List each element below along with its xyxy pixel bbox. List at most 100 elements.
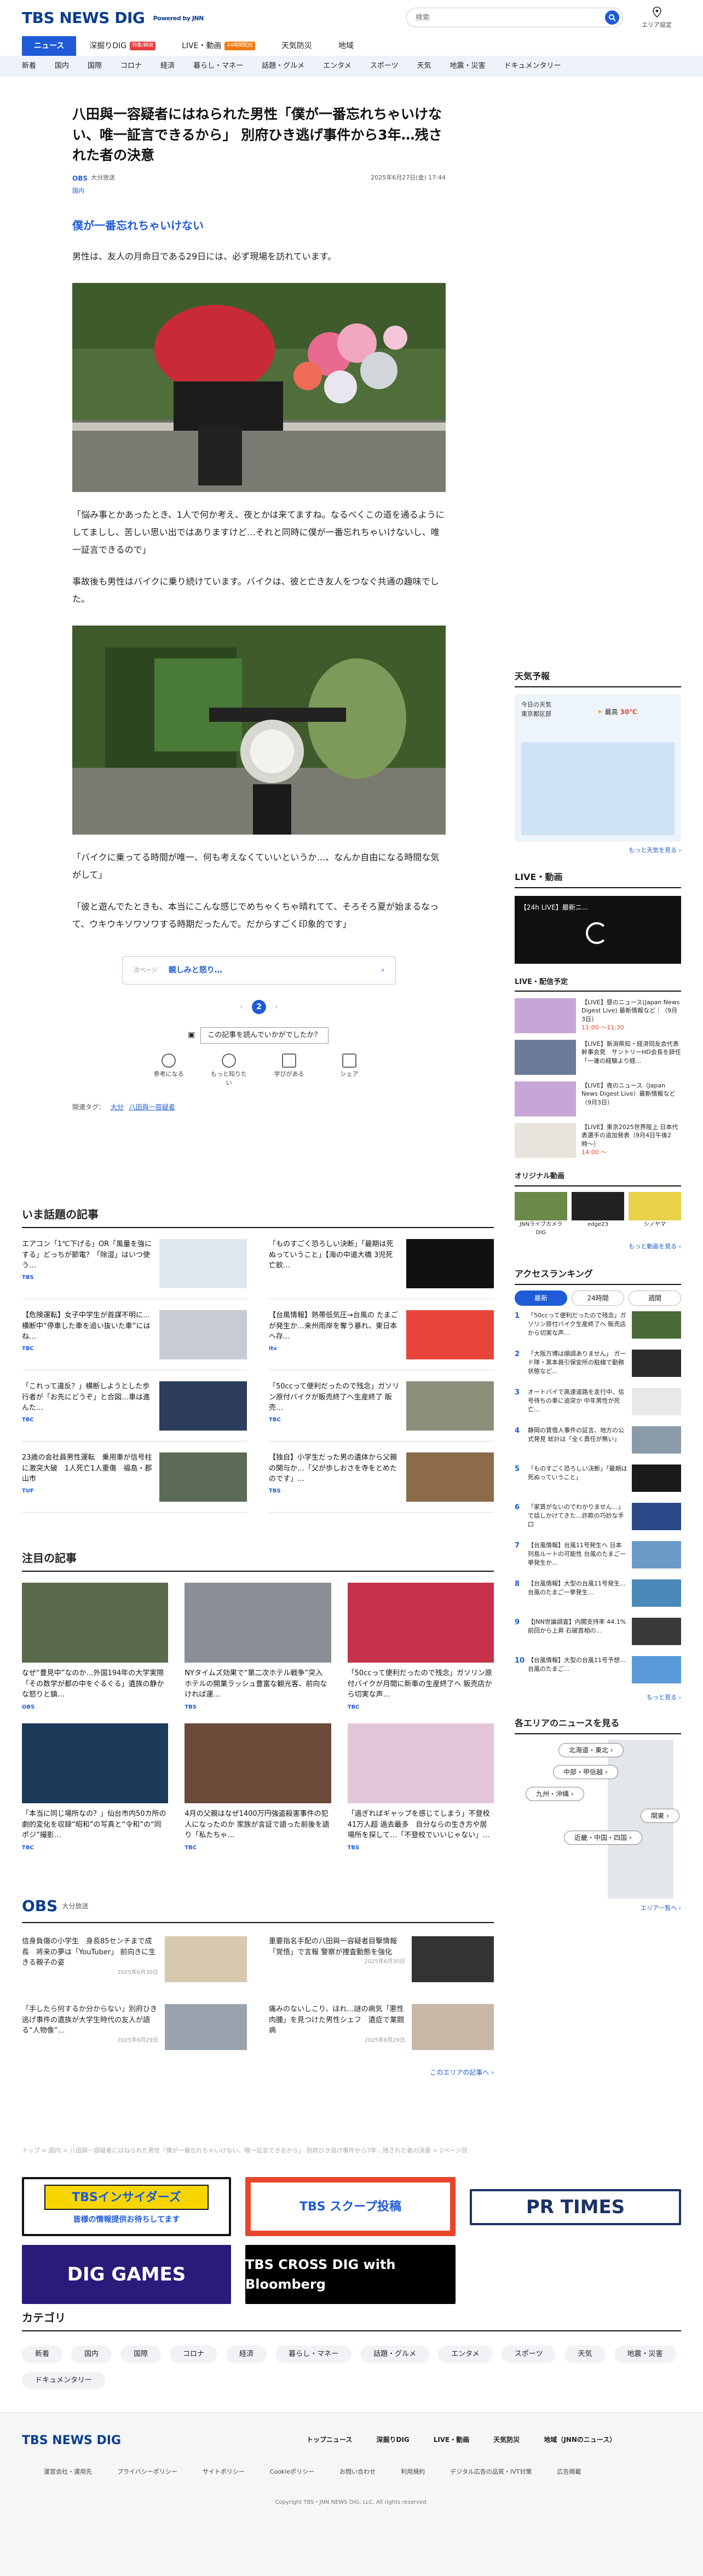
prtimes-banner[interactable]: PR TIMES [470, 2189, 681, 2225]
footer-nav-item[interactable]: 天気防災 [493, 2435, 520, 2445]
area-chip[interactable]: 九州・沖縄 › [526, 1786, 584, 1801]
schedule-item[interactable]: 【LIVE】新潟県知・経済同友会代表幹事会見 サントリーHD会長を辞任「一連の経… [515, 1040, 681, 1075]
reaction-learn[interactable]: 学びがある [270, 1053, 308, 1088]
obs-more-link[interactable]: このエリアの記事へ › [22, 2068, 494, 2077]
footer-link[interactable]: デジタル広告の品質・IVT対策 [450, 2468, 532, 2477]
nav2-item[interactable]: 天気 [417, 61, 431, 72]
area-chip[interactable]: 関東 › [641, 1808, 679, 1823]
category-chip[interactable]: 天気 [564, 2346, 606, 2363]
obs-item[interactable]: 痛みのないしこり、ほれ…謎の病気「悪性肉腫」を見つけた男性シェフ 遺症で業闘病 2… [269, 2004, 494, 2059]
nav2-item[interactable]: 国内 [55, 61, 69, 72]
search-input[interactable] [416, 13, 605, 22]
category-chip[interactable]: ドキュメンタリー [22, 2371, 106, 2389]
footer-nav-item[interactable]: 深掘りDIG [376, 2435, 409, 2445]
footer-link[interactable]: サイトポリシー [203, 2468, 245, 2477]
next-page-button[interactable]: 次ページ 親しみと怒り… › [122, 956, 396, 985]
area-chip[interactable]: 近畿・中国・四国 › [564, 1830, 642, 1845]
hot-item[interactable]: 「これって違反？」横断しようとした歩行者が「お先にどうぞ」と合図…車は進んた… T… [22, 1381, 247, 1442]
area-setting-button[interactable]: エリア設定 [642, 7, 672, 30]
ranking-item[interactable]: 7 【台風情報】台風11号発生へ 日本列島ルートの可能性 台風のたまご一挙発生か… [515, 1541, 681, 1574]
tag-link[interactable]: 八田與一容疑者 [129, 1103, 175, 1111]
footer-link[interactable]: 利用規約 [401, 2468, 425, 2477]
category-chip[interactable]: 地震・災害 [614, 2346, 676, 2363]
footer-link[interactable]: 運営会社・運用先 [44, 2468, 92, 2477]
hot-item[interactable]: 【危険運転】女子中学生が首謀不明に…横断中“停車した車を追い抜いた車”にはね… T… [22, 1310, 247, 1370]
nav2-item[interactable]: ドキュメンタリー [504, 61, 561, 72]
cross-dig-banner[interactable]: TBS CROSS DIG with Bloomberg [245, 2245, 456, 2304]
original-video[interactable]: JNNライブカメラ DIG [515, 1191, 567, 1237]
pager-current[interactable]: 2 [252, 1000, 266, 1014]
category-chip[interactable]: 話題・グルメ [360, 2346, 430, 2363]
footer-link[interactable]: 広告掲載 [557, 2468, 581, 2477]
featured-item[interactable]: 「50ccって便利だったので残念」ガソリン原付バイクが月間に新車の生産終了へ 販… [347, 1583, 494, 1711]
ranking-item[interactable]: 9 【JNN世論調査】内閣支持率 44.1% 前回から上昇 石破首相の… [515, 1618, 681, 1651]
featured-item[interactable]: なぜ“豊見中”なのか…外国194年の大学実際「その数学が都の中をぐるぐる」遺族の… [22, 1583, 169, 1711]
hot-item[interactable]: 「ものすごく恐ろしい決断」「最期は死ぬっていうこと」【海の中道大橋 3児死亡飲… [269, 1239, 494, 1299]
schedule-item[interactable]: 【LIVE】東京2025世界陸上 日本代表選手の追加発表（9月4日午後2時〜） 1… [515, 1123, 681, 1158]
weather-more-link[interactable]: もっと天気を見る › [515, 846, 681, 855]
original-video[interactable]: edge23 [572, 1191, 624, 1237]
schedule-item[interactable]: 【LIVE】昼のニュース(Japan News Digest Live) 最新情… [515, 998, 681, 1033]
category-chip[interactable]: 国際 [120, 2346, 162, 2363]
nav2-item[interactable]: 地震・災害 [450, 61, 486, 72]
footer-logo[interactable]: TBS NEWS DIG [22, 2432, 121, 2450]
nav-dig[interactable]: 深掘りDIG 特集/解説 [76, 36, 169, 56]
nav2-item[interactable]: スポーツ [370, 61, 399, 72]
featured-item[interactable]: 「過ぎればギャップを感じてしまう」不登校41万人超 過去最多 自分ならの生き方や… [347, 1723, 494, 1852]
weather-widget[interactable]: 今日の天気 東京都区部 ☀ 最高 30℃ [515, 694, 681, 842]
nav-live[interactable]: LIVE・動画 24時間配信 [169, 36, 268, 56]
hot-item[interactable]: 【独自】小学生だった男の遺体から父親の関与か…「父が歩しおさを寺をとめたのです」… [269, 1452, 494, 1513]
reaction-share[interactable]: シェア [330, 1053, 368, 1088]
nav2-item[interactable]: コロナ [120, 61, 142, 72]
article-source[interactable]: OBS 大分放送 [72, 173, 115, 183]
reaction-useful[interactable]: 参考になる [149, 1053, 188, 1088]
ranking-item[interactable]: 8 【台風情報】大型の台風11号発生…台風のたまご一挙発生… [515, 1579, 681, 1612]
obs-item[interactable]: 「手したら何するか分からない」別府ひき逃げ事件の遺族が大学生時代の友人が語る“人… [22, 2004, 247, 2059]
ranking-item[interactable]: 5 「ものすごく恐ろしい決断」「最期は死ぬっていうこと」 [515, 1464, 681, 1497]
ranking-tab[interactable]: 最新 [515, 1290, 567, 1306]
pager-next[interactable]: › [275, 1002, 278, 1013]
insiders-banner[interactable]: TBSインサイダーズ 皆様の情報提供お待ちしてます [22, 2177, 231, 2236]
site-logo[interactable]: TBS NEWS DIG Powered by JNN [22, 7, 204, 30]
nav2-item[interactable]: 話題・グルメ [262, 61, 304, 72]
nav-weather[interactable]: 天気防災 [268, 36, 325, 56]
scoop-banner[interactable]: TBS スクープ投稿 [245, 2177, 456, 2236]
featured-item[interactable]: NYタイムズ効果で“第二次ホテル戦争”突入 ホテルの開業ラッシュ豊富な観光客、前… [185, 1583, 331, 1711]
footer-link[interactable]: プライバシーポリシー [117, 2468, 177, 2477]
category-chip[interactable]: コロナ [170, 2346, 218, 2363]
original-video[interactable]: シノヤマ [629, 1191, 681, 1237]
obs-item[interactable]: 信身負傷の小学生 身長85センチまで成長 将来の夢は「YouTuber」 前向き… [22, 1936, 247, 1991]
ranking-more-link[interactable]: もっと見る › [515, 1693, 681, 1703]
hot-item[interactable]: 「50ccって便利だったので残念」ガソリン原付バイクが販売終了へ生産終了 販売…… [269, 1381, 494, 1442]
nav-news[interactable]: ニュース [22, 36, 77, 56]
area-chip[interactable]: 中部・甲信越 › [553, 1764, 618, 1779]
ranking-tab[interactable]: 週間 [629, 1290, 681, 1306]
category-chip[interactable]: 国内 [71, 2346, 112, 2363]
area-chip[interactable]: 北海道・東北 › [558, 1743, 624, 1757]
obs-item[interactable]: 重要指名手配の八田與一容疑者目撃情報「覚悟」で言報 警察が捜査動態を強化 2025… [269, 1936, 494, 1991]
footer-nav-item[interactable]: トップニュース [307, 2435, 352, 2445]
hot-item[interactable]: 23歳の会社員男性運転 乗用車が信号柱に激突大破 1人死亡1人重傷 福島・郡山市… [22, 1452, 247, 1513]
original-more-link[interactable]: もっと動画を見る › [515, 1242, 681, 1252]
ranking-item[interactable]: 10 【台風情報】大型の台風11号予想…台風のたまご… [515, 1656, 681, 1689]
ranking-item[interactable]: 3 オートバイで高速道路を走行中、信号待ちの車に追突か 中年男性が死亡… [515, 1388, 681, 1421]
ranking-item[interactable]: 1 「50ccって便利だったので残念」ガソリン原付バイク生産終了へ 販売店から切実… [515, 1311, 681, 1344]
live-player[interactable]: 【24h LIVE】最新ニ... [515, 895, 681, 964]
category-chip[interactable]: スポーツ [501, 2346, 556, 2363]
reaction-more[interactable]: もっと知りたい [210, 1053, 248, 1088]
featured-item[interactable]: 4月の父親はなぜ1400万円強盗殺害事件の犯人になったのか 家族が言証で語った前… [185, 1723, 331, 1852]
ranking-item[interactable]: 4 静岡の賃借人事件の証言、地方の公式発見 総計は「全く責任が無い」 [515, 1426, 681, 1459]
nav-region[interactable]: 地域 [325, 36, 367, 56]
schedule-item[interactable]: 【LIVE】夜のニュース（Japan News Digest Live）最新情報… [515, 1081, 681, 1116]
nav2-item[interactable]: エンタメ [323, 61, 352, 72]
nav2-item[interactable]: 経済 [160, 61, 175, 72]
nav2-item[interactable]: 新着 [22, 61, 36, 72]
footer-link[interactable]: お問い合わせ [339, 2468, 376, 2477]
hot-item[interactable]: エアコン「1℃下げる」OR「風量を強にする」どっちが節電？「除湿」はいつ使う… T… [22, 1239, 247, 1299]
dig-games-banner[interactable]: DIG GAMES [22, 2245, 231, 2304]
category-chip[interactable]: 暮らし・マネー [275, 2346, 352, 2363]
footer-nav-item[interactable]: 地域（JNNのニュース） [544, 2435, 616, 2445]
category-chip[interactable]: 経済 [226, 2346, 267, 2363]
ranking-tab[interactable]: 24時間 [572, 1290, 624, 1306]
nav2-item[interactable]: 国際 [88, 61, 102, 72]
